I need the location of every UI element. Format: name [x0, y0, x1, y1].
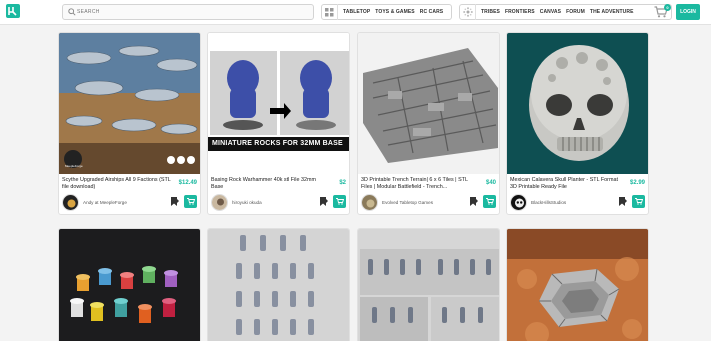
- avatar[interactable]: [361, 194, 378, 211]
- product-image[interactable]: MeepleForge: [59, 33, 200, 174]
- product-title[interactable]: Basing Rock Warhammer 40k stl File 32mm …: [211, 177, 323, 190]
- bookmark-icon[interactable]: [320, 197, 328, 207]
- search-box[interactable]: [62, 4, 314, 20]
- product-card[interactable]: [58, 228, 201, 341]
- logo-glyph: [8, 7, 17, 16]
- nav-the-adventure[interactable]: THE ADVENTURE: [590, 9, 634, 15]
- product-title[interactable]: 3D Printable Trench Terrain| 6 x 6 Tiles…: [361, 177, 473, 190]
- product-image[interactable]: [507, 33, 648, 174]
- image-caption: MINIATURE ROCKS FOR 32MM BASE: [212, 140, 343, 147]
- product-card[interactable]: MINIATURE ROCKS FOR 32MM BASE Basing Roc…: [207, 32, 350, 215]
- nav-tabletop[interactable]: TABLETOP: [343, 9, 370, 15]
- product-card[interactable]: [207, 228, 350, 341]
- author-name[interactable]: BlackHillsStudios: [531, 200, 566, 205]
- product-price: $40: [485, 180, 496, 186]
- author-name[interactable]: hiroyuki okuda: [232, 200, 262, 205]
- nav-toys-games[interactable]: TOYS & GAMES: [375, 9, 414, 15]
- cart-count-badge: 0: [664, 4, 671, 11]
- product-title[interactable]: Mexican Calavera Skull Planter - STL For…: [510, 177, 622, 190]
- add-to-cart-button[interactable]: [632, 195, 645, 208]
- product-price: $2.99: [629, 180, 645, 186]
- product-card[interactable]: MeepleForge Scythe Upgraded Airships All…: [58, 32, 201, 215]
- product-image[interactable]: MINIATURE ROCKS FOR 32MM BASE: [208, 33, 349, 174]
- cart-icon: [485, 198, 494, 205]
- nav-frontiers[interactable]: FRONTIERS: [505, 9, 535, 15]
- product-image[interactable]: [507, 229, 648, 341]
- bookmark-icon[interactable]: [470, 197, 478, 207]
- nav-rc-cars[interactable]: RC CARS: [420, 9, 443, 15]
- image-watermark: MeepleForge: [65, 164, 83, 168]
- cart-icon: [634, 198, 643, 205]
- product-price: $12.49: [178, 180, 197, 186]
- add-to-cart-button[interactable]: [333, 195, 346, 208]
- avatar[interactable]: [510, 194, 527, 211]
- product-card[interactable]: [357, 228, 500, 341]
- avatar[interactable]: [62, 194, 79, 211]
- product-card[interactable]: Mexican Calavera Skull Planter - STL For…: [506, 32, 649, 215]
- product-image[interactable]: [358, 33, 499, 174]
- community-icon[interactable]: [460, 4, 476, 20]
- product-card[interactable]: 3D Printable Trench Terrain| 6 x 6 Tiles…: [357, 32, 500, 215]
- avatar[interactable]: [211, 194, 228, 211]
- product-image[interactable]: [208, 229, 349, 341]
- bookmark-icon[interactable]: [171, 197, 179, 207]
- author-name[interactable]: Andy at MeepleForge: [83, 200, 127, 205]
- add-to-cart-button[interactable]: [184, 195, 197, 208]
- nav-tribes[interactable]: TRIBES: [481, 9, 500, 15]
- top-header: TABLETOP TOYS & GAMES RC CARS TRIBES FRO…: [0, 0, 711, 25]
- nav-forum[interactable]: FORUM: [566, 9, 585, 15]
- product-title[interactable]: Scythe Upgraded Airships All 9 Factions …: [62, 177, 174, 190]
- search-icon: [68, 8, 76, 16]
- search-input[interactable]: [77, 6, 307, 18]
- cart-icon: [335, 198, 344, 205]
- logo-icon[interactable]: [6, 4, 20, 18]
- grid-icon[interactable]: [322, 4, 338, 20]
- author-name[interactable]: Evolved Tabletop Games: [382, 200, 433, 205]
- cart-icon: [186, 198, 195, 205]
- nav-canvas[interactable]: CANVAS: [540, 9, 561, 15]
- login-button[interactable]: LOGIN: [676, 4, 700, 20]
- community-nav: TRIBES FRONTIERS CANVAS FORUM THE ADVENT…: [459, 4, 672, 20]
- category-nav: TABLETOP TOYS & GAMES RC CARS: [321, 4, 452, 20]
- product-image[interactable]: [59, 229, 200, 341]
- product-price: $2: [339, 180, 346, 186]
- product-card[interactable]: [506, 228, 649, 341]
- add-to-cart-button[interactable]: [483, 195, 496, 208]
- product-image[interactable]: [358, 229, 499, 341]
- bookmark-icon[interactable]: [619, 197, 627, 207]
